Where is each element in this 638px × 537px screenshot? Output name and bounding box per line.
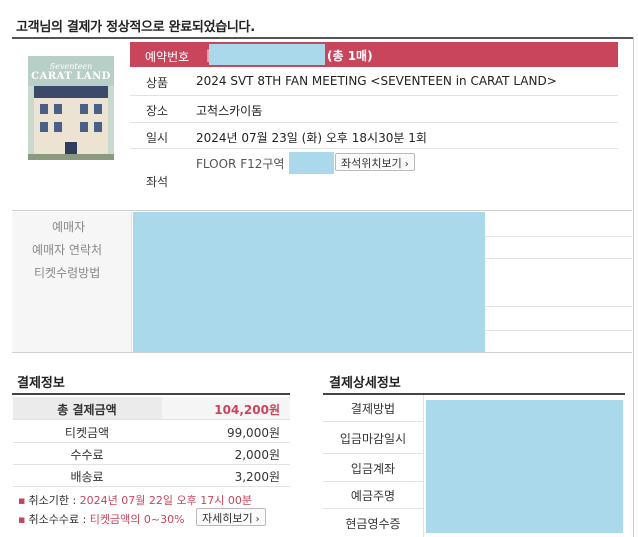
product-value: 2024 SVT 8TH FAN MEETING <SEVENTEEN in C… [196,74,557,88]
row-divider [130,95,618,96]
venue-label: 장소 [146,104,169,118]
buyer-contact-label: 예매자 연락처 [32,243,103,257]
cancel-deadline-label: 취소기한 : [28,494,77,507]
ticket-price-label: 티켓금액 [64,426,110,440]
row-divider [485,330,632,331]
booking-number-redacted [209,44,325,65]
booking-number-bar: 예약번호 | (총 1매) [130,42,618,67]
poster-title: CARAT LAND [31,71,111,82]
payment-info-title: 결제정보 [17,376,65,391]
bullet-icon: ▪ [18,513,26,526]
datetime-value: 2024년 07월 23일 (화) 오후 18시30분 1회 [196,131,427,145]
row-divider [13,442,290,443]
cancel-fee-detail-button[interactable]: 자세히보기 › [196,508,266,526]
page-title: 고객님의 결제가 정상적으로 완료되었습니다. [16,20,255,35]
detail-column-divider [423,395,424,537]
row-divider [13,486,290,487]
row-divider [130,148,618,149]
row-divider [323,481,423,482]
row-divider [13,464,290,465]
row-divider [485,258,632,259]
cancel-fee-detail-button-label: 자세히보기 [202,512,253,525]
buyer-name-label: 예매자 [52,220,86,234]
cash-receipt-label: 현금영수증 [345,517,401,531]
row-divider [323,508,423,509]
poster-subtitle: Seventeen [49,62,93,71]
section-divider [12,210,632,211]
seat-location-button-label: 좌석위치보기 [341,157,402,170]
row-divider [13,419,290,420]
ticket-delivery-label: 티켓수령방법 [34,266,101,280]
row-divider [485,236,632,237]
fee-label: 수수료 [70,448,104,462]
row-divider [323,453,423,454]
cancel-fee-value: 티켓금액의 0~30% [89,513,185,526]
seat-number-redacted [289,152,334,174]
event-poster: Seventeen CARAT LAND [28,56,114,160]
payment-method-label: 결제방법 [350,402,396,416]
cancel-fee-notice: ▪ 취소수수료 : 티켓금액의 0~30% [18,511,185,527]
datetime-label: 일시 [146,131,169,145]
fee-value: 2,000원 [234,448,280,462]
row-divider [323,421,423,422]
row-divider [130,122,618,123]
total-amount-value: 104,200원 [214,403,280,417]
bullet-icon: ▪ [18,494,26,507]
cancel-deadline-value: 2024년 07월 22일 오후 17시 00분 [79,494,252,507]
product-label: 상품 [146,76,169,90]
payment-detail-rule [323,393,625,395]
account-holder-label: 예금주명 [350,489,396,503]
payment-info-rule [12,393,290,395]
chevron-right-icon: › [255,514,260,525]
row-divider [485,306,632,307]
delivery-fee-value: 3,200원 [234,470,280,484]
deposit-account-label: 입금계좌 [350,462,396,476]
deposit-deadline-label: 입금마감일시 [339,432,407,446]
seat-location-button[interactable]: 좌석위치보기 › [335,153,415,171]
booking-number-label: 예약번호 [145,50,190,64]
buyer-info-redacted [133,212,485,353]
section-divider [12,352,632,353]
cancel-fee-label: 취소수수료 : [28,513,87,526]
ticket-count: (총 1매) [327,49,373,63]
payment-detail-title: 결제상세정보 [329,376,401,391]
right-border [633,37,634,537]
delivery-fee-label: 배송료 [70,470,104,484]
payment-detail-redacted [426,400,623,533]
ticket-price-value: 99,000원 [226,426,280,440]
title-divider [12,37,634,39]
chevron-right-icon: › [404,159,409,170]
seat-value: FLOOR F12구역 [196,157,285,171]
total-amount-label: 총 결제금액 [57,403,117,417]
seat-label: 좌석 [146,175,169,189]
buyer-column-divider [131,212,132,352]
venue-value: 고척스카이돔 [196,104,263,118]
cancel-deadline-notice: ▪ 취소기한 : 2024년 07월 22일 오후 17시 00분 [18,492,252,508]
